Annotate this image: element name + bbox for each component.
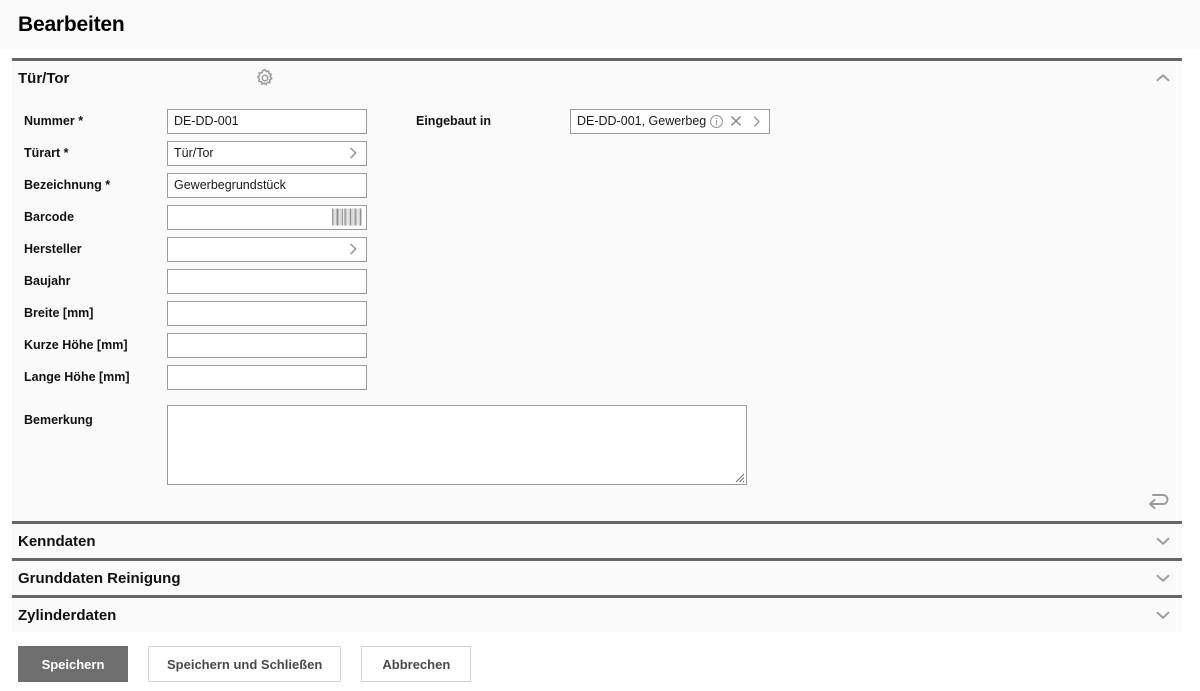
label-tuerart: Türart * bbox=[12, 146, 167, 160]
expand-chevron-down-icon[interactable] bbox=[1152, 604, 1174, 626]
form-row-kurze-hoehe: Kurze Höhe [mm] bbox=[12, 329, 402, 361]
expand-chevron-down-icon[interactable] bbox=[1152, 530, 1174, 552]
section-title: Kenndaten bbox=[18, 532, 96, 550]
form-row-eingebaut-in: Eingebaut in DE-DD-001, Gewerbeg bbox=[402, 105, 1182, 137]
lookup-eingebaut-in-value: DE-DD-001, Gewerbeg bbox=[577, 113, 707, 128]
label-eingebaut-in: Eingebaut in bbox=[416, 114, 491, 128]
label-baujahr: Baujahr bbox=[12, 274, 167, 288]
label-bemerkung: Bemerkung bbox=[24, 413, 93, 427]
textarea-bemerkung[interactable] bbox=[167, 405, 747, 485]
save-and-close-button[interactable]: Speichern und Schließen bbox=[148, 646, 342, 682]
picker-tuerart[interactable]: Tür/Tor bbox=[167, 140, 367, 166]
picker-tuerart-value: Tür/Tor bbox=[174, 145, 214, 160]
info-icon[interactable] bbox=[708, 113, 724, 129]
chevron-right-icon[interactable] bbox=[345, 241, 361, 257]
form-row-breite: Breite [mm] bbox=[12, 297, 402, 329]
input-baujahr[interactable] bbox=[167, 268, 367, 294]
form-row-barcode: Barcode bbox=[12, 201, 402, 233]
label-text: Lange Höhe [mm] bbox=[24, 370, 130, 384]
required-marker: * bbox=[60, 146, 69, 160]
label-text: Nummer bbox=[24, 114, 75, 128]
button-bar: Speichern Speichern und Schließen Abbrec… bbox=[0, 632, 1200, 682]
gear-icon[interactable] bbox=[254, 67, 276, 89]
resize-handle-icon[interactable] bbox=[733, 471, 745, 483]
cancel-button[interactable]: Abbrechen bbox=[361, 646, 472, 682]
label-hersteller: Hersteller bbox=[12, 242, 167, 256]
label-kurze-hoehe: Kurze Höhe [mm] bbox=[12, 338, 167, 352]
form-row-tuerart: Türart * Tür/Tor bbox=[12, 137, 402, 169]
label-text: Breite [mm] bbox=[24, 306, 94, 320]
panel-footer bbox=[12, 485, 1182, 521]
section-zylinderdaten: Zylinderdaten bbox=[12, 595, 1182, 632]
label-text: Kurze Höhe [mm] bbox=[24, 338, 128, 352]
section-header-zylinderdaten[interactable]: Zylinderdaten bbox=[12, 598, 1182, 632]
input-bezeichnung[interactable]: Gewerbegrundstück bbox=[167, 172, 367, 198]
chevron-right-icon[interactable] bbox=[748, 113, 764, 129]
label-bezeichnung: Bezeichnung * bbox=[12, 178, 167, 192]
form-row-lange-hoehe: Lange Höhe [mm] bbox=[12, 361, 402, 393]
section-header-grunddaten-reinigung[interactable]: Grunddaten Reinigung bbox=[12, 561, 1182, 595]
expand-chevron-down-icon[interactable] bbox=[1152, 567, 1174, 589]
label-breite: Breite [mm] bbox=[12, 306, 167, 320]
save-button[interactable]: Speichern bbox=[18, 646, 128, 682]
form-column-right: Eingebaut in DE-DD-001, Gewerbeg bbox=[402, 105, 1182, 137]
label-nummer: Nummer * bbox=[12, 114, 167, 128]
input-bezeichnung-value: Gewerbegrundstück bbox=[174, 177, 286, 192]
label-text: Barcode bbox=[24, 210, 75, 224]
input-nummer-value: DE-DD-001 bbox=[174, 113, 239, 128]
form-columns: Nummer * DE-DD-001 Türart * Tür/Tor Beze… bbox=[12, 105, 1182, 393]
collapse-chevron-up-icon[interactable] bbox=[1152, 67, 1174, 89]
label-lange-hoehe: Lange Höhe [mm] bbox=[12, 370, 167, 384]
section-header-tuer-tor[interactable]: Tür/Tor bbox=[12, 61, 1182, 95]
form-row-nummer: Nummer * DE-DD-001 bbox=[12, 105, 402, 137]
form-row-hersteller: Hersteller bbox=[12, 233, 402, 265]
input-barcode[interactable] bbox=[167, 204, 367, 230]
section-grunddaten-reinigung: Grunddaten Reinigung bbox=[12, 558, 1182, 595]
page-title: Bearbeiten bbox=[18, 13, 125, 36]
page-title-band: Bearbeiten bbox=[0, 0, 1200, 50]
form-row-baujahr: Baujahr bbox=[12, 265, 402, 297]
close-icon[interactable] bbox=[728, 113, 744, 129]
form-row-bezeichnung: Bezeichnung * Gewerbegrundstück bbox=[12, 169, 402, 201]
input-breite[interactable] bbox=[167, 300, 367, 326]
section-title: Tür/Tor bbox=[18, 69, 70, 87]
barcode-icon[interactable] bbox=[332, 208, 362, 226]
label-text: Türart bbox=[24, 146, 61, 160]
label-text: Hersteller bbox=[24, 242, 82, 256]
chevron-right-icon[interactable] bbox=[345, 145, 361, 161]
form-column-left: Nummer * DE-DD-001 Türart * Tür/Tor Beze… bbox=[12, 105, 402, 393]
title-gap bbox=[0, 50, 1200, 58]
section-tuer-tor: Tür/Tor Nummer * DE-DD-001 Türart * Tür/… bbox=[12, 58, 1182, 521]
required-marker: * bbox=[74, 114, 84, 128]
required-marker: * bbox=[101, 178, 111, 192]
lookup-icon-group bbox=[708, 113, 769, 129]
input-lange-hoehe[interactable] bbox=[167, 364, 367, 390]
section-kenndaten: Kenndaten bbox=[12, 521, 1182, 558]
label-text: Bezeichnung bbox=[24, 178, 102, 192]
input-kurze-hoehe[interactable] bbox=[167, 332, 367, 358]
undo-icon[interactable] bbox=[1144, 489, 1172, 513]
form-row-bemerkung: Bemerkung bbox=[12, 405, 1182, 485]
label-barcode: Barcode bbox=[12, 210, 167, 224]
panel-body-tuer-tor: Nummer * DE-DD-001 Türart * Tür/Tor Beze… bbox=[12, 95, 1182, 521]
label-text: Baujahr bbox=[24, 274, 71, 288]
input-nummer[interactable]: DE-DD-001 bbox=[167, 108, 367, 134]
section-title: Grunddaten Reinigung bbox=[18, 569, 181, 587]
lookup-eingebaut-in[interactable]: DE-DD-001, Gewerbeg bbox=[570, 108, 770, 134]
section-title: Zylinderdaten bbox=[18, 606, 117, 624]
section-header-kenndaten[interactable]: Kenndaten bbox=[12, 524, 1182, 558]
picker-hersteller[interactable] bbox=[167, 236, 367, 262]
